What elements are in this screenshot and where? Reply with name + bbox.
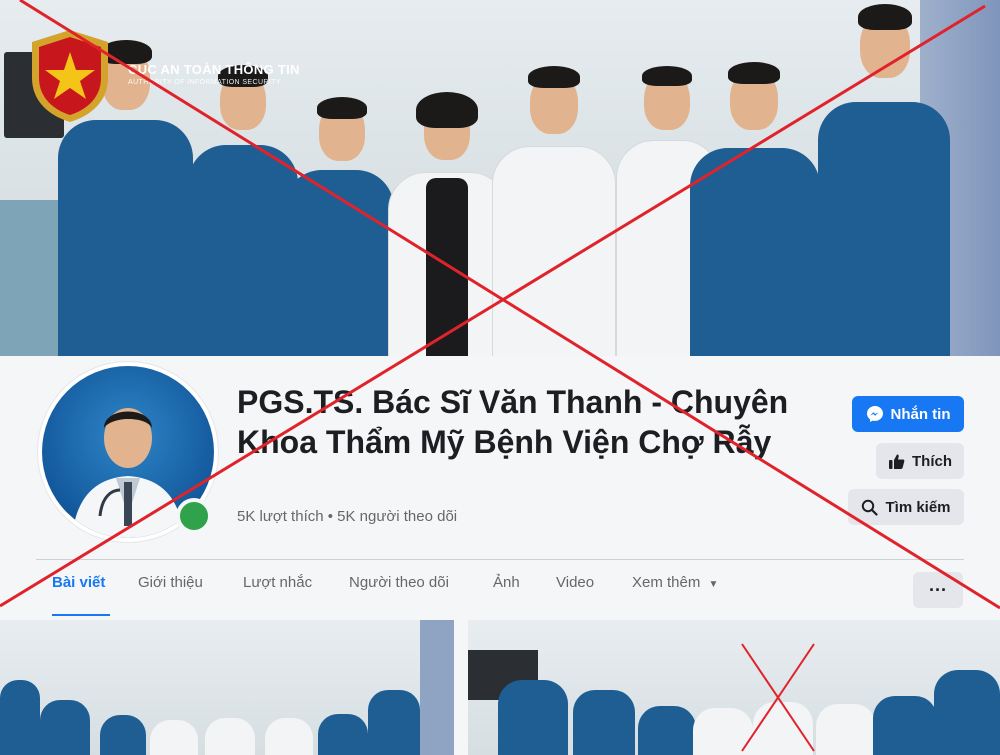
- staff-figure: [284, 95, 394, 356]
- ellipsis-icon: ···: [929, 579, 947, 600]
- page-title: PGS.TS. Bác Sĩ Văn Thanh - Chuyên Khoa T…: [237, 384, 789, 460]
- like-button-label: Thích: [912, 452, 952, 470]
- profile-header: PGS.TS. Bác Sĩ Văn Thanh - Chuyên Khoa T…: [0, 356, 1000, 617]
- post-photo-strip: [0, 616, 1000, 755]
- small-red-cross: [741, 643, 815, 752]
- messenger-icon: [866, 406, 883, 422]
- watermark-text: CỤC AN TOÀN THÔNG TIN AUTHORITY OF INFOR…: [128, 62, 300, 86]
- message-button[interactable]: Nhắn tin: [852, 396, 964, 432]
- tab-about[interactable]: Giới thiệu: [138, 574, 203, 591]
- staff-figure: [492, 64, 616, 356]
- tab-followers[interactable]: Người theo dõi: [349, 574, 449, 591]
- tab-videos[interactable]: Video: [556, 574, 594, 591]
- more-options-button[interactable]: ···: [913, 572, 963, 608]
- watermark-org-name: CỤC AN TOÀN THÔNG TIN: [128, 62, 300, 77]
- tab-photos[interactable]: Ảnh: [493, 574, 520, 591]
- tab-posts[interactable]: Bài viết: [52, 574, 105, 591]
- post-photo-right[interactable]: [468, 620, 1000, 755]
- tab-more[interactable]: Xem thêm ▼: [632, 574, 718, 591]
- search-button-label: Tìm kiếm: [885, 498, 951, 516]
- caret-down-icon: ▼: [708, 579, 719, 590]
- message-button-label: Nhắn tin: [890, 405, 951, 423]
- thumbs-up-icon: [889, 454, 905, 469]
- watermark-org-subtitle: AUTHORITY OF INFORMATION SECURITY: [128, 79, 281, 86]
- header-divider: [36, 559, 964, 560]
- like-button[interactable]: Thích: [876, 443, 964, 479]
- search-button[interactable]: Tìm kiếm: [848, 489, 964, 525]
- staff-figure: [388, 92, 508, 356]
- tab-more-label: Xem thêm: [632, 574, 701, 591]
- post-photo-left[interactable]: [0, 620, 454, 755]
- staff-figure: [818, 4, 950, 356]
- search-icon: [862, 499, 879, 516]
- staff-figure: [690, 62, 820, 356]
- page-stats[interactable]: 5K lượt thích • 5K người theo dõi: [237, 508, 457, 525]
- tab-mentions[interactable]: Lượt nhắc: [243, 574, 312, 591]
- shield-star-logo: [32, 30, 108, 122]
- staff-figure: [188, 60, 298, 356]
- cover-photo[interactable]: CỤC AN TOÀN THÔNG TIN AUTHORITY OF INFOR…: [0, 0, 1000, 356]
- online-status-dot: [176, 498, 212, 534]
